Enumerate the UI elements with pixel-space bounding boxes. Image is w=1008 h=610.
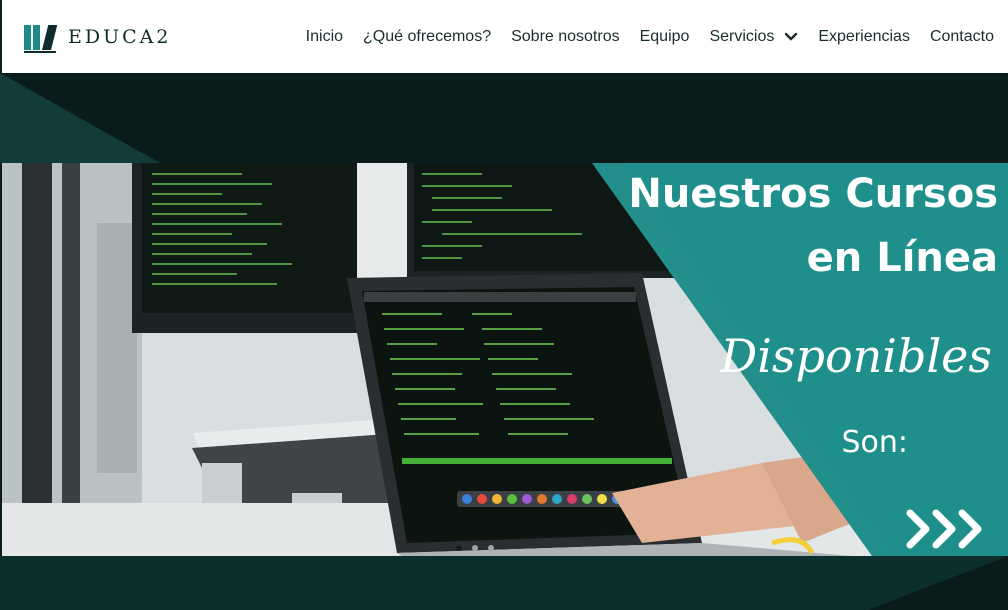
brand-logo[interactable]: EDUCA2: [24, 21, 171, 53]
hero-slide[interactable]: Nuestros Cursos en Línea Disponibles Son…: [2, 163, 1008, 556]
nav-item-contacto[interactable]: Contacto: [930, 28, 994, 46]
hero-decor-triangle-light: [0, 73, 160, 163]
nav-item-experiencias[interactable]: Experiencias: [818, 28, 910, 46]
site-header: EDUCA2 Inicio ¿Qué ofrecemos? Sobre noso…: [0, 0, 1008, 73]
hero-title-line1: Nuestros Cursos: [628, 171, 998, 217]
hero-bottom-band: [0, 556, 1008, 610]
books-logo-icon: [24, 21, 58, 53]
nav-item-equipo[interactable]: Equipo: [640, 28, 690, 46]
slider-dot-1[interactable]: [456, 545, 462, 551]
hero-title-line2: en Línea: [806, 235, 998, 281]
slider-dot-2[interactable]: [472, 545, 478, 551]
slider-pagination: [456, 545, 494, 551]
chevron-down-icon: [785, 32, 798, 41]
nav-item-inicio[interactable]: Inicio: [306, 28, 343, 46]
hero-script-text: Disponibles: [720, 329, 992, 383]
slider-dot-3[interactable]: [488, 545, 494, 551]
nav-item-sobre-nosotros[interactable]: Sobre nosotros: [511, 28, 620, 46]
triple-chevron-right-icon[interactable]: [904, 507, 988, 551]
main-nav: Inicio ¿Qué ofrecemos? Sobre nosotros Eq…: [306, 28, 994, 46]
hero-subtitle: Son:: [841, 425, 908, 460]
hero-section: Nuestros Cursos en Línea Disponibles Son…: [0, 73, 1008, 610]
nav-item-servicios-label: Servicios: [709, 28, 775, 45]
nav-item-servicios[interactable]: Servicios: [709, 28, 798, 46]
brand-name: EDUCA2: [68, 26, 172, 48]
nav-item-que-ofrecemos[interactable]: ¿Qué ofrecemos?: [363, 28, 491, 46]
hero-bottom-triangle: [868, 556, 1008, 610]
